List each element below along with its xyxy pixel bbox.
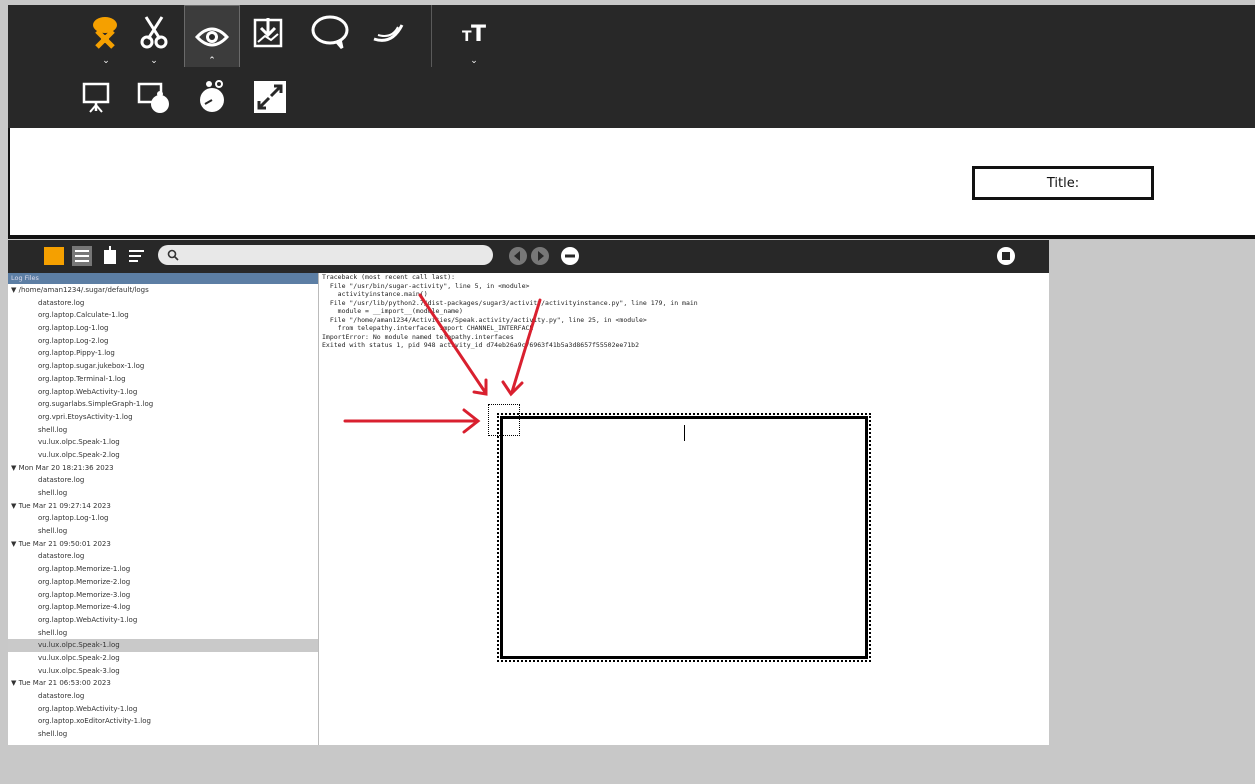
tree-file-item[interactable]: vu.lux.olpc.Speak-2.log [8, 652, 318, 665]
save-download-icon[interactable] [246, 10, 290, 54]
view-eye-icon[interactable]: ⌃ [184, 5, 240, 68]
list-view-icon[interactable] [72, 246, 92, 266]
log-line: from telepathy.interfaces import CHANNEL… [322, 324, 534, 332]
stopwatch-icon[interactable] [190, 75, 234, 119]
tree-file-item[interactable]: datastore.log [8, 690, 318, 703]
tree-file-item[interactable]: org.laptop.WebActivity-1.log [8, 703, 318, 716]
chevron-down-icon: ⌄ [150, 56, 158, 66]
tree-file-item[interactable]: org.laptop.WebActivity-1.log [8, 386, 318, 399]
tree-file-item[interactable]: vu.lux.olpc.Speak-1.log [8, 639, 318, 652]
main-toolbar: ⌄ ⌄ ⌃ T T ⌄ [8, 5, 1255, 68]
tree-file-item[interactable]: datastore.log [8, 550, 318, 563]
tree-folder-item[interactable]: ▼ Tue Mar 21 09:50:01 2023 [8, 538, 318, 551]
previous-icon[interactable] [508, 246, 528, 266]
tree-file-item[interactable]: shell.log [8, 525, 318, 538]
fullscreen-icon[interactable] [248, 75, 292, 119]
toolbar-separator [431, 5, 432, 67]
tree-file-item[interactable]: org.laptop.Log-2.log [8, 335, 318, 348]
search-icon [167, 249, 179, 261]
tree-file-item[interactable]: org.laptop.Memorize-3.log [8, 589, 318, 602]
next-icon[interactable] [530, 246, 550, 266]
remove-icon[interactable] [560, 246, 580, 266]
title-field[interactable]: Title: [972, 166, 1154, 200]
tree-file-item[interactable]: org.laptop.Log-1.log [8, 322, 318, 335]
search-input[interactable] [158, 245, 493, 265]
chevron-up-icon: ⌃ [208, 56, 216, 66]
wrap-text-icon[interactable] [128, 248, 146, 264]
tree-file-item[interactable]: org.sugarlabs.SimpleGraph-1.log [8, 398, 318, 411]
log-line: Traceback (most recent call last): [322, 273, 456, 281]
tree-file-item[interactable]: org.laptop.Terminal-1.log [8, 373, 318, 386]
tree-file-item[interactable]: org.laptop.WebActivity-1.log [8, 614, 318, 627]
tree-file-item[interactable]: org.laptop.Memorize-1.log [8, 563, 318, 576]
tree-file-item[interactable]: org.laptop.sugar.jukebox-1.log [8, 360, 318, 373]
svg-text:T: T [471, 22, 486, 47]
text-size-icon[interactable]: T T ⌄ [452, 10, 496, 66]
tree-file-item[interactable]: org.laptop.Pippy-1.log [8, 347, 318, 360]
log-content-pane[interactable]: Traceback (most recent call last): File … [322, 273, 1049, 745]
tree-file-item[interactable]: vu.lux.olpc.Speak-1.log [8, 436, 318, 449]
tree-file-item[interactable]: shell.log [8, 728, 318, 741]
tree-folder-item[interactable]: ▼ /home/aman1234/.sugar/default/logs [8, 284, 318, 297]
activity-icon[interactable]: ⌄ [84, 10, 128, 66]
document-save-icon[interactable] [102, 246, 120, 266]
tree-file-item[interactable]: vu.lux.olpc.Speak-2.log [8, 449, 318, 462]
title-label: Title: [1046, 175, 1080, 191]
tree-file-item[interactable]: org.laptop.xoEditorActivity-1.log [8, 715, 318, 728]
tree-file-item[interactable]: org.laptop.Calculate-1.log [8, 309, 318, 322]
log-viewer-window: Log Files ▼ /home/aman1234/.sugar/defaul… [8, 240, 1049, 745]
view-subtoolbar [8, 67, 1255, 128]
log-activity-icon[interactable] [43, 246, 65, 268]
tree-file-item[interactable]: datastore.log [8, 297, 318, 310]
log-line: File "/usr/bin/sugar-activity", line 5, … [322, 281, 530, 290]
log-files-tree: Log Files ▼ /home/aman1234/.sugar/defaul… [8, 273, 319, 745]
log-line: File "/home/aman1234/Activities/Speak.ac… [322, 315, 647, 324]
chevron-down-icon: ⌄ [470, 56, 478, 66]
tree-folder-item[interactable]: ▼ Mon Mar 20 18:21:36 2023 [8, 462, 318, 475]
log-line: ImportError: No module named telepathy.i… [322, 332, 514, 341]
log-files-header: Log Files [8, 273, 318, 284]
tree-file-item[interactable]: datastore.log [8, 474, 318, 487]
tree-folder-item[interactable]: ▼ Tue Mar 21 06:53:00 2023 [8, 677, 318, 690]
log-viewer-toolbar [8, 240, 1049, 273]
log-line: File "/usr/lib/python2.7/dist-packages/s… [322, 298, 698, 307]
log-line: activityinstance.main() [322, 290, 428, 298]
edit-cut-icon[interactable]: ⌄ [132, 10, 176, 66]
speech-bubble-icon[interactable] [308, 10, 352, 54]
chevron-down-icon: ⌄ [102, 56, 110, 66]
tree-file-item[interactable]: vu.lux.olpc.Speak-3.log [8, 665, 318, 678]
smile-mouth-icon[interactable] [366, 10, 410, 54]
tree-file-item[interactable]: shell.log [8, 424, 318, 437]
stop-icon[interactable] [996, 246, 1016, 266]
log-line: Exited with status 1, pid 948 activity_i… [322, 341, 639, 349]
tree-file-item[interactable]: org.laptop.Memorize-4.log [8, 601, 318, 614]
log-line: module = __import__(module_name) [322, 307, 463, 315]
tree-folder-item[interactable]: ▼ Tue Mar 21 09:27:14 2023 [8, 500, 318, 513]
tree-file-item[interactable]: shell.log [8, 487, 318, 500]
tree-file-item[interactable]: org.vpri.EtoysActivity-1.log [8, 411, 318, 424]
tree-file-item[interactable]: org.laptop.Log-1.log [8, 512, 318, 525]
presentation-icon[interactable] [74, 75, 118, 119]
canvas-divider [8, 235, 1255, 239]
screen-sugar-icon[interactable] [132, 75, 176, 119]
tree-file-item[interactable]: org.laptop.Memorize-2.log [8, 576, 318, 589]
tree-file-item[interactable]: shell.log [8, 627, 318, 640]
